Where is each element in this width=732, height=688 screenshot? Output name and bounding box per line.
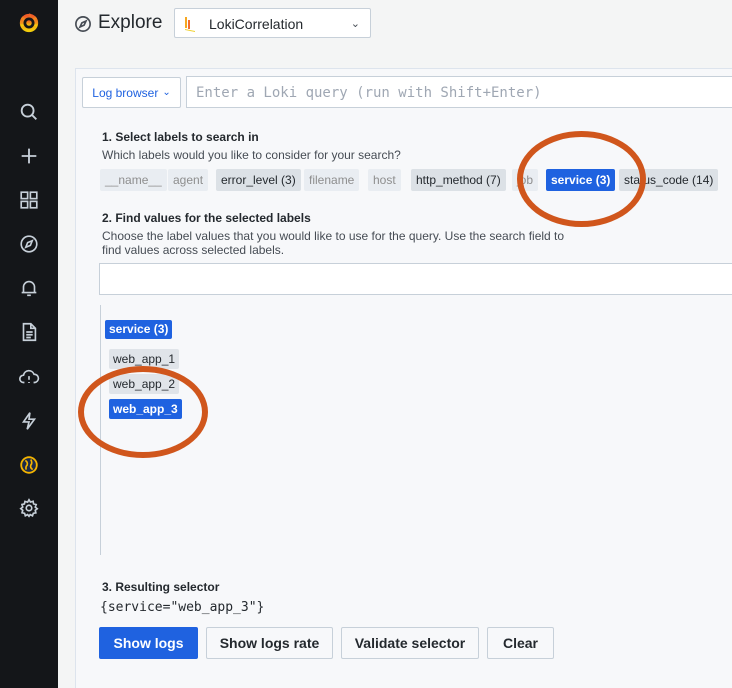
plus-icon[interactable] [14, 141, 44, 171]
sidebar [0, 0, 58, 688]
explore-main: Explore LokiCorrelation ⌄ Log browser ⌄ … [58, 0, 732, 688]
label-chip[interactable]: host [368, 169, 401, 191]
step2-description-line2: find values across selected labels. [102, 243, 285, 257]
chevron-down-icon: ⌄ [162, 87, 171, 98]
datasource-picker[interactable]: LokiCorrelation ⌄ [174, 8, 371, 38]
document-icon[interactable] [14, 317, 44, 347]
label-chip[interactable]: http_method (7) [411, 169, 506, 191]
resulting-selector: {service="web_app_3"} [100, 600, 265, 615]
value-group-label[interactable]: service (3) [105, 320, 173, 339]
chevron-down-icon: ⌄ [350, 18, 360, 30]
label-values-search-input[interactable] [99, 263, 732, 295]
step3-title: 3. Resulting selector [102, 580, 220, 594]
cloud-alert-icon[interactable] [14, 362, 44, 392]
gear-icon[interactable] [14, 493, 44, 523]
annotation-circle [517, 131, 646, 227]
lightning-icon[interactable] [14, 406, 44, 436]
grafana-logo-icon[interactable] [14, 8, 44, 38]
show-logs-rate-button[interactable]: Show logs rate [206, 627, 333, 659]
loki-logo-icon [185, 17, 195, 32]
clear-button[interactable]: Clear [487, 627, 554, 659]
label-chip[interactable]: __name__ [100, 169, 167, 191]
datasource-name: LokiCorrelation [209, 16, 304, 32]
label-chip[interactable]: error_level (3) [216, 169, 301, 191]
label-chip[interactable]: agent [168, 169, 209, 191]
validate-selector-button[interactable]: Validate selector [341, 627, 479, 659]
label-chip[interactable]: filename [304, 169, 360, 191]
query-placeholder: Enter a Loki query (run with Shift+Enter… [196, 85, 542, 101]
step2-title: 2. Find values for the selected labels [102, 211, 311, 225]
explore-compass-icon [75, 16, 91, 32]
topbar: Explore LokiCorrelation ⌄ [58, 0, 732, 50]
globe-icon[interactable] [14, 450, 44, 480]
step2-description-line1: Choose the label values that you would l… [102, 229, 565, 243]
loki-query-input[interactable]: Enter a Loki query (run with Shift+Enter… [186, 76, 732, 108]
explore-compass-icon[interactable] [14, 229, 44, 259]
annotation-circle [78, 366, 208, 458]
dashboards-icon[interactable] [14, 185, 44, 215]
search-icon[interactable] [14, 97, 44, 127]
log-browser-label: Log browser [92, 85, 159, 100]
show-logs-button[interactable]: Show logs [99, 627, 198, 659]
step1-title: 1. Select labels to search in [102, 130, 259, 144]
log-browser-button[interactable]: Log browser ⌄ [82, 77, 181, 108]
step1-description: Which labels would you like to consider … [102, 148, 401, 162]
page-title: Explore [98, 12, 163, 33]
alerting-bell-icon[interactable] [14, 273, 44, 303]
